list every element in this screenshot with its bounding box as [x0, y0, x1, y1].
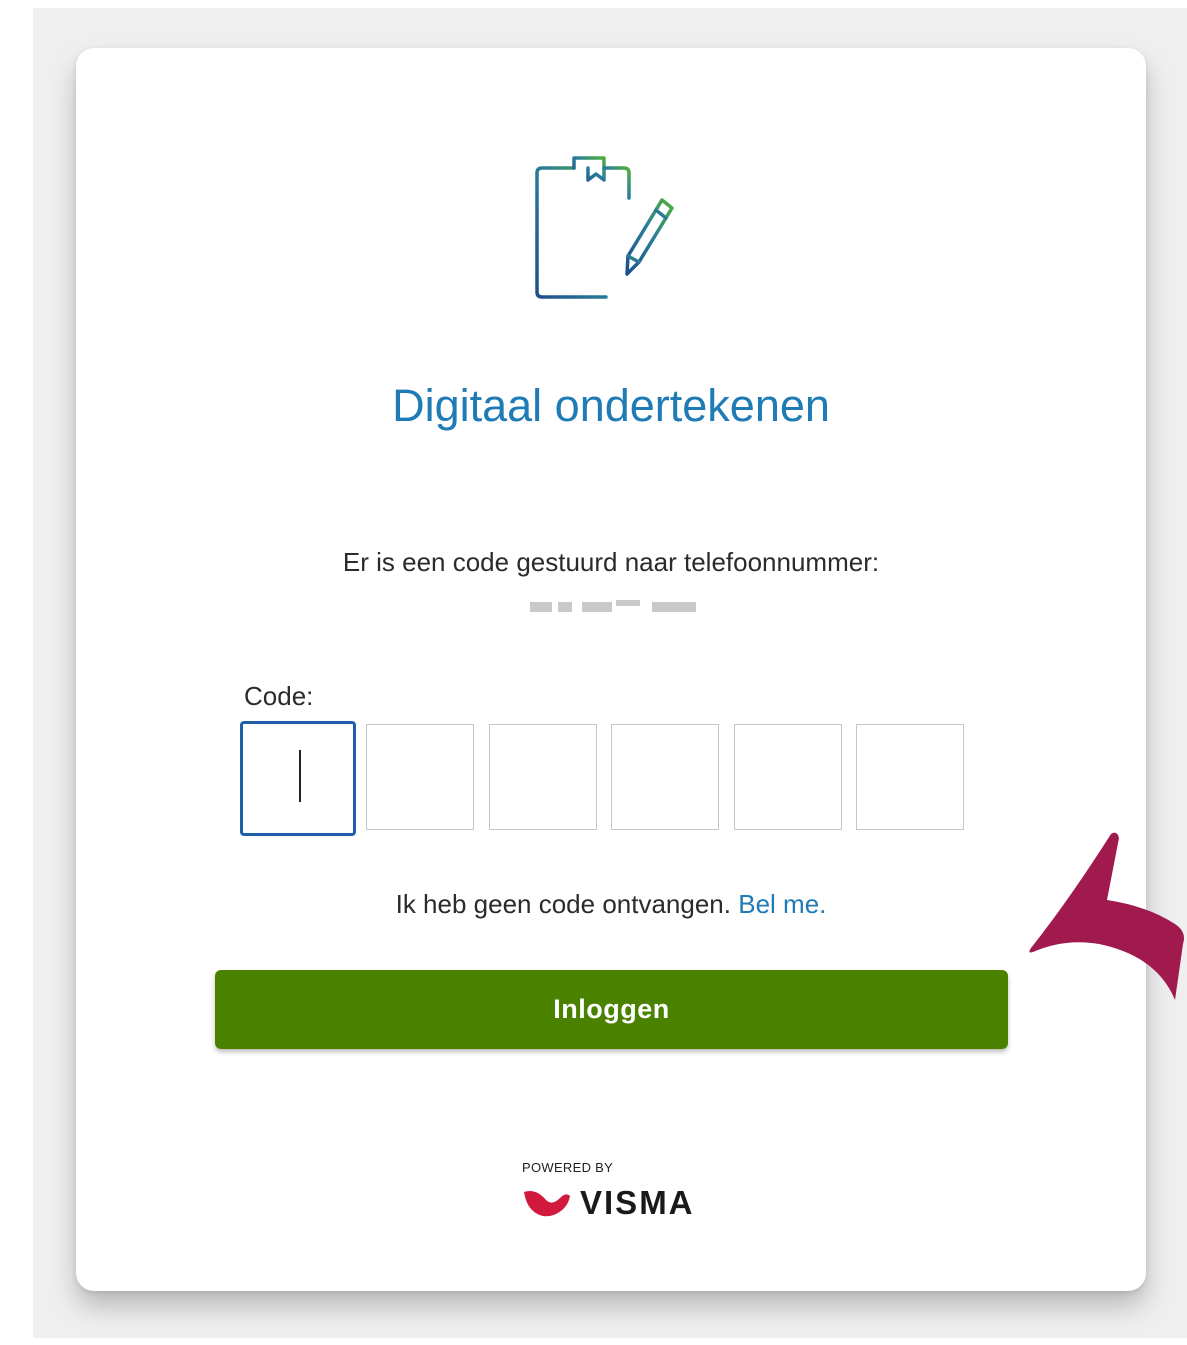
no-code-text: Ik heb geen code ontvangen. — [395, 889, 731, 919]
code-digit-4[interactable] — [611, 724, 719, 830]
code-label: Code: — [244, 681, 314, 711]
document-sign-icon — [535, 156, 674, 299]
visma-brand-name: VISMA — [580, 1184, 695, 1221]
page-title: Digitaal ondertekenen — [392, 380, 830, 431]
code-sent-message: Er is een code gestuurd naar telefoonnum… — [342, 547, 880, 577]
code-digit-3[interactable] — [489, 724, 597, 830]
redacted-phone-number — [530, 598, 698, 616]
arrow-annotation-icon — [1029, 832, 1184, 1000]
powered-by-label: POWERED BY — [522, 1160, 614, 1175]
visma-logo: VISMA — [522, 1183, 695, 1223]
call-me-link[interactable]: Bel me. — [738, 889, 826, 919]
text-caret — [299, 750, 301, 802]
code-digit-6[interactable] — [856, 724, 964, 830]
no-code-message: Ik heb geen code ontvangen. Bel me. — [76, 889, 1146, 920]
login-button[interactable]: Inloggen — [215, 970, 1008, 1049]
code-digit-5[interactable] — [734, 724, 842, 830]
code-digit-1[interactable] — [240, 721, 356, 836]
visma-logo-icon — [524, 1191, 570, 1217]
code-digit-2[interactable] — [366, 724, 474, 830]
